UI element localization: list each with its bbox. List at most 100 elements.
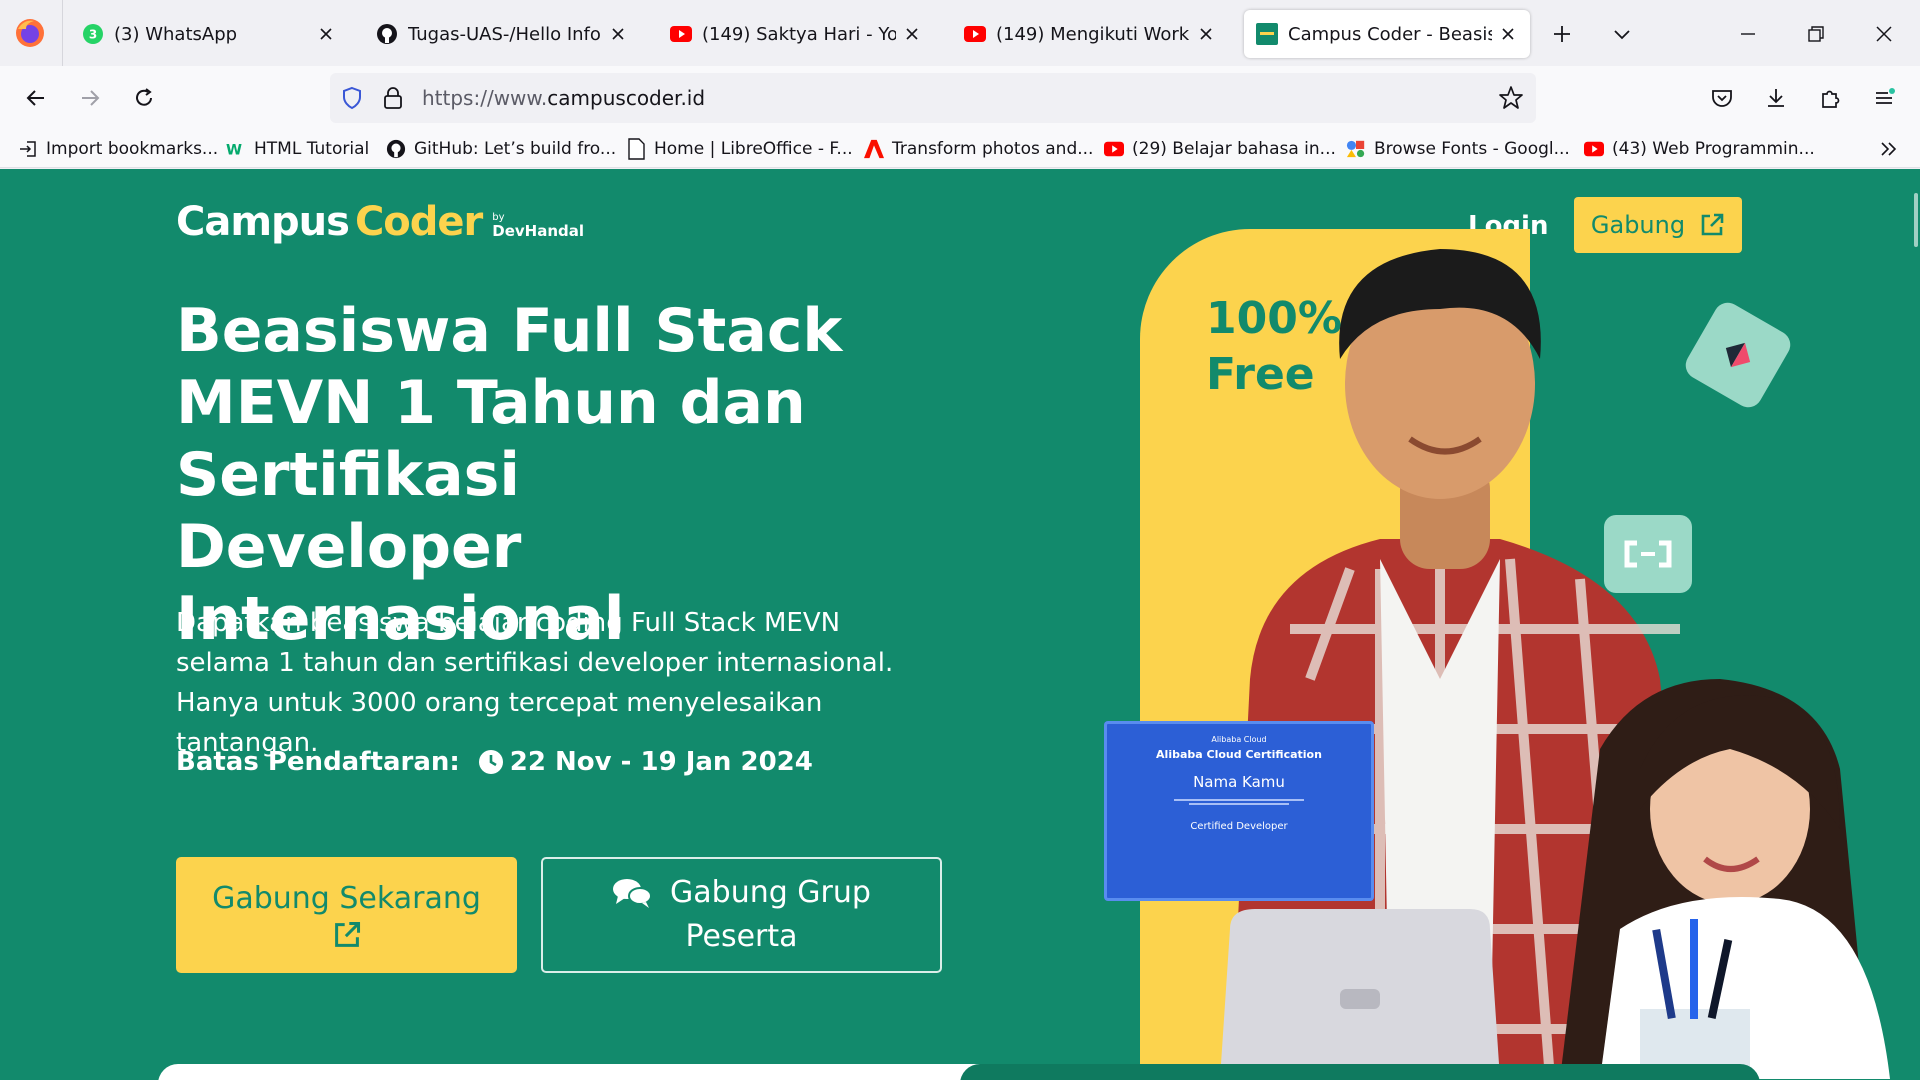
tab-github[interactable]: Tugas-UAS-/Hello Informa [364,10,640,58]
bookmark-youtube-webprog[interactable]: (43) Web Programmin... [1584,135,1815,163]
people-illustration [1220,249,1890,1079]
minimize-icon[interactable] [1732,18,1764,50]
deadline-label: Batas Pendaftaran: [176,747,460,777]
gabung-sekarang-button[interactable]: Gabung Sekarang [176,857,517,973]
alibaba-cloud-icon [1604,515,1692,593]
campuscoder-logo[interactable]: Campus Coder by DevHandal [176,199,584,245]
logo-campus-text: Campus [176,199,350,245]
gabung-grup-label-line2: Peserta [685,919,798,954]
restore-icon[interactable] [1800,18,1832,50]
url-prefix: https://www. [422,86,548,110]
bookmark-label: (43) Web Programmin... [1612,139,1815,159]
bottom-card-green [960,1064,1760,1080]
url-bar[interactable]: https://www.campuscoder.id [330,73,1536,123]
gabung-grup-row: Gabung Grup [612,871,871,915]
logo-coder-text: Coder [354,199,483,245]
bottom-card-white [158,1064,1038,1080]
tab-title: (149) Mengikuti Worksho [996,23,1190,45]
close-tab-icon[interactable] [316,24,336,44]
youtube-icon [670,23,692,45]
close-tab-icon[interactable] [1498,24,1518,44]
tab-campus-coder[interactable]: Campus Coder - Beasiswa [1244,10,1530,58]
pocket-icon[interactable] [1706,82,1738,114]
tab-whatsapp[interactable]: 3 (3) WhatsApp [70,10,348,58]
clock-icon [478,749,504,775]
bookmark-html-tutorial[interactable]: W HTML Tutorial [226,135,369,163]
bookmark-import[interactable]: Import bookmarks... [18,135,218,163]
cert-fineprint [1104,797,1374,807]
close-tab-icon[interactable] [1196,24,1216,44]
cert-name: Nama Kamu [1193,773,1285,791]
bookmark-label: Browse Fonts - Googl... [1374,139,1570,159]
import-icon [18,139,38,159]
youtube-icon [964,23,986,45]
bookmark-label: Home | LibreOffice - F... [654,139,853,159]
youtube-icon [1104,139,1124,159]
tab-title: (3) WhatsApp [114,23,238,45]
cert-brand: Alibaba Cloud [1211,735,1267,744]
gabung-sekarang-label: Gabung Sekarang [212,880,481,916]
bookmark-label: Transform photos and... [892,139,1094,159]
bookmark-libreoffice[interactable]: Home | LibreOffice - F... [626,135,853,163]
whatsapp-badge: 3 [89,28,97,42]
lock-icon[interactable] [382,86,404,110]
gabung-grup-peserta-button[interactable]: Gabung Grup Peserta [541,857,942,973]
bookmark-youtube-belajar[interactable]: (29) Belajar bahasa in... [1104,135,1336,163]
svg-text:W: W [226,142,242,158]
url-text[interactable]: https://www.campuscoder.id [422,86,705,110]
laptop [1220,909,1500,1079]
back-arrow-icon[interactable] [20,82,52,114]
youtube-icon [1584,139,1604,159]
bookmark-star-icon[interactable] [1498,85,1524,111]
tab-title: (149) Saktya Hari - YouTub [702,23,896,45]
w3schools-icon: W [226,139,246,159]
github-icon [376,23,398,45]
hero-description: Dapatkan beasiswa belajar coding Full St… [176,608,894,758]
firefox-menu-icon[interactable] [14,17,46,49]
bookmark-label: (29) Belajar bahasa in... [1132,139,1336,159]
bookmark-github[interactable]: GitHub: Let’s build fro... [386,135,616,163]
close-tab-icon[interactable] [902,24,922,44]
registration-deadline: Batas Pendaftaran: 22 Nov - 19 Jan 2024 [176,747,813,777]
forward-arrow-icon[interactable] [74,82,106,114]
bookmark-label: HTML Tutorial [254,139,370,159]
navigation-toolbar: https://www.campuscoder.id [0,66,1920,130]
deadline-value: 22 Nov - 19 Jan 2024 [509,747,813,777]
downloads-icon[interactable] [1760,82,1792,114]
logo-devhandal-text: DevHandal [492,222,585,240]
whatsapp-icon: 3 [82,23,104,45]
hero-illustration: 100% Free Alibaba Cloud Alibaba Cloud Ce… [1080,209,1920,1079]
page-scrollbar[interactable] [1914,193,1918,247]
bookmark-google-fonts[interactable]: Browse Fonts - Googl... [1346,135,1570,163]
campuscoder-icon [1256,23,1278,45]
list-tabs-chevron-down-icon[interactable] [1606,18,1638,50]
adobe-icon [864,139,884,159]
tab-youtube-workshop[interactable]: (149) Mengikuti Worksho [952,10,1228,58]
tab-title: Tugas-UAS-/Hello Informa [408,23,602,45]
google-fonts-icon [1346,139,1366,159]
app-menu-icon[interactable] [1868,82,1900,114]
url-domain: campuscoder.id [547,86,706,110]
extensions-puzzle-icon[interactable] [1814,82,1846,114]
page-icon [626,138,646,160]
bookmark-label: GitHub: Let’s build fro... [414,139,617,159]
tracking-shield-icon[interactable] [340,86,364,110]
hero-title: Beasiswa Full Stack MEVN 1 Tahun dan Ser… [176,296,843,654]
close-tab-icon[interactable] [608,24,628,44]
more-bookmarks-chevron-icon[interactable] [1878,135,1900,163]
bookmarks-toolbar: Import bookmarks... W HTML Tutorial GitH… [0,130,1920,168]
close-window-icon[interactable] [1868,18,1900,50]
tab-youtube-saktya[interactable]: (149) Saktya Hari - YouTub [658,10,934,58]
tab-title: Campus Coder - Beasiswa [1288,23,1492,45]
external-link-icon [332,920,362,950]
reload-icon[interactable] [128,82,160,114]
bookmark-adobe[interactable]: Transform photos and... [864,135,1093,163]
gabung-grup-label-line1: Gabung Grup [670,875,871,910]
cert-title: Alibaba Cloud Certification [1156,748,1322,761]
logo-byline: by DevHandal [492,213,585,240]
page-content: Campus Coder by DevHandal Login Gabung B… [0,169,1920,1080]
new-tab-icon[interactable] [1546,18,1578,50]
bookmark-label: Import bookmarks... [46,139,219,159]
chat-bubbles-icon [612,877,653,909]
github-icon [386,139,406,159]
